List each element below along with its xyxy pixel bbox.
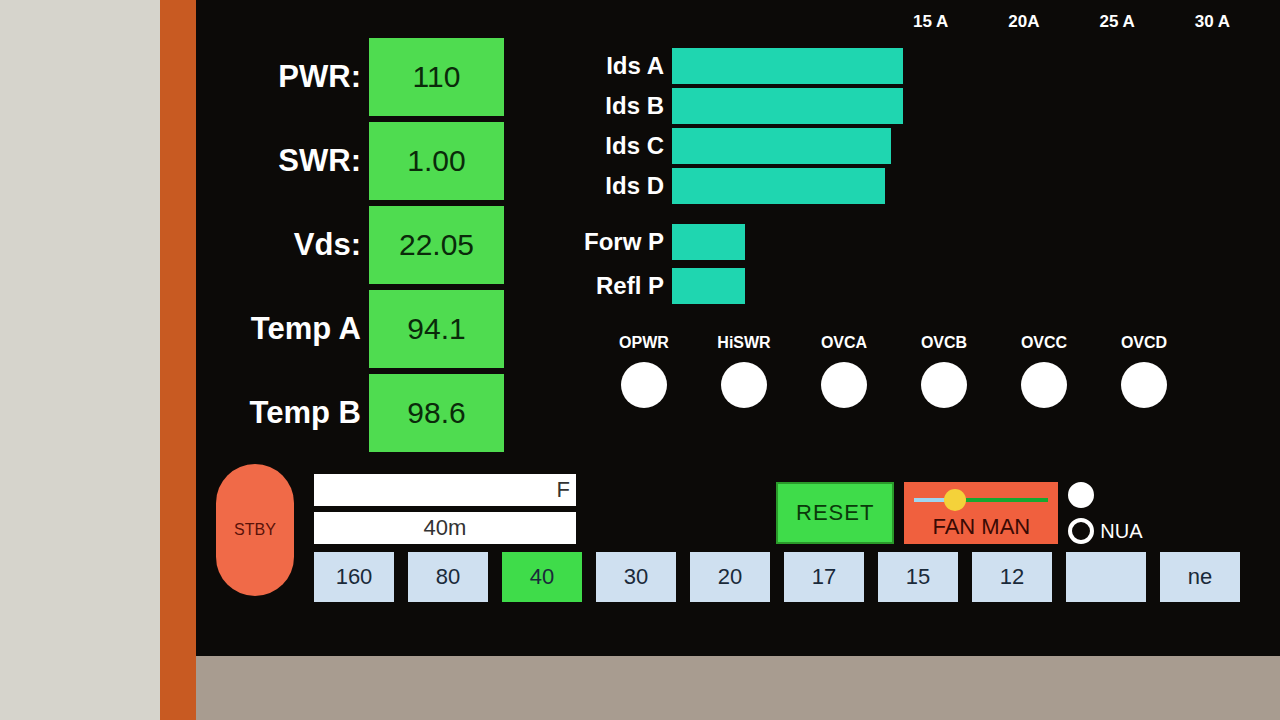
reading-label: SWR: [216,143,361,179]
slider-knob-icon[interactable] [944,489,966,511]
indicator-lamp-icon [921,362,967,408]
indicator-lamp-icon [821,362,867,408]
reading-value: 1.00 [369,122,504,200]
reading-value: 22.05 [369,206,504,284]
bar-fill [672,168,885,204]
indicator-label: OPWR [619,334,669,352]
readings: PWR:110SWR:1.00Vds:22.05Temp A94.1Temp B… [216,38,504,452]
indicator-label: HiSWR [717,334,770,352]
band-button[interactable]: 12 [972,552,1052,602]
power-bar: Forw P [574,224,1280,260]
current-bar: Ids C [574,128,1280,164]
indicator: OPWR [614,334,674,408]
bar-label: Ids D [574,172,664,200]
scale-label: 30 A [1195,12,1230,32]
indicator-label: OVCB [921,334,967,352]
reading-label: Temp B [216,395,361,431]
current-bar: Ids D [574,168,1280,204]
current-bar: Ids A [574,48,1280,84]
indicator: OVCC [1014,334,1074,408]
amplifier-screen: 15 A20A25 A30 APWR:110SWR:1.00Vds:22.05T… [196,0,1280,656]
indicator-label: OVCD [1121,334,1167,352]
bar-fill [672,268,745,304]
band-button[interactable]: 20 [690,552,770,602]
standby-button[interactable]: STBY [216,464,294,596]
band-button[interactable]: 30 [596,552,676,602]
bar-fill [672,48,903,84]
reading-value: 110 [369,38,504,116]
indicator: HiSWR [714,334,774,408]
indicator-lamp-icon [721,362,767,408]
current-scale: 15 A 20A 25 A 30 A [216,12,1280,32]
current-bar: Ids B [574,88,1280,124]
reading-row: PWR:110 [216,38,504,116]
band-buttons: 160 80 40 30 20 17 15 12 ne [314,552,1280,602]
display-bezel: 15 A20A25 A30 APWR:110SWR:1.00Vds:22.05T… [160,0,1280,720]
band-button[interactable]: 40 [502,552,582,602]
band-button[interactable]: 160 [314,552,394,602]
power-bars: Forw P Refl P [574,224,1280,304]
alarm-indicators: OPWR HiSWR OVCA OVCB OVCC OVCD [574,334,1280,408]
bar-label: Refl P [574,272,664,300]
indicator: OVCA [814,334,874,408]
bar-label: Ids C [574,132,664,160]
indicator-label: OVCA [821,334,867,352]
bar-fill [672,128,891,164]
paper [0,0,160,720]
current-bars: Ids A Ids B Ids C Ids D [574,48,1280,204]
band-button[interactable] [1066,552,1146,602]
reading-label: Temp A [216,311,361,347]
indicator-lamp-icon [1121,362,1167,408]
bar-label: Ids B [574,92,664,120]
indicator: OVCD [1114,334,1174,408]
band-button[interactable]: 80 [408,552,488,602]
indicator: OVCB [914,334,974,408]
fan-label: FAN MAN [908,514,1054,540]
bar-fill [672,224,745,260]
fan-slider[interactable]: FAN MAN [904,482,1058,544]
mode-label: NUA [1100,520,1142,543]
reading-row: Temp A94.1 [216,290,504,368]
scale-label: 20A [1008,12,1039,32]
reading-label: Vds: [216,227,361,263]
reading-row: SWR:1.00 [216,122,504,200]
bar-label: Forw P [574,228,664,256]
reading-row: Vds:22.05 [216,206,504,284]
band-button[interactable]: 17 [784,552,864,602]
photo: 15 A20A25 A30 APWR:110SWR:1.00Vds:22.05T… [0,0,1280,720]
bar-fill [672,88,903,124]
power-bar: Refl P [574,268,1280,304]
scale-label: 25 A [1099,12,1134,32]
reset-button[interactable]: RESET [776,482,894,544]
display-field: F [314,474,576,506]
reading-label: PWR: [216,59,361,95]
scale-label: 15 A [913,12,948,32]
reading-row: Temp B98.6 [216,374,504,452]
radio-icon[interactable] [1068,518,1094,544]
indicator-lamp-icon [1021,362,1067,408]
indicator-lamp-icon [621,362,667,408]
band-button[interactable]: ne [1160,552,1240,602]
reading-value: 94.1 [369,290,504,368]
mode-radio[interactable]: NUA [1068,518,1142,544]
reading-value: 98.6 [369,374,504,452]
band-button[interactable]: 15 [878,552,958,602]
mode-radio[interactable] [1068,482,1142,508]
radio-icon[interactable] [1068,482,1094,508]
fan-mode: NUA [1068,482,1142,544]
bar-label: Ids A [574,52,664,80]
indicator-label: OVCC [1021,334,1067,352]
display-field: 40m [314,512,576,544]
